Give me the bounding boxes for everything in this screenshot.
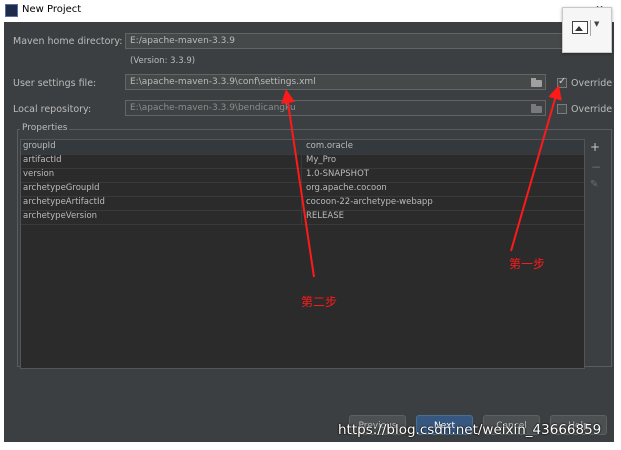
table-row[interactable]: archetypeArtifactId cocoon-22-archetype-… xyxy=(21,196,584,211)
local-repository-field[interactable]: E:\apache-maven-3.3.9\bendicangku xyxy=(125,100,546,116)
property-key: archetypeGroupId xyxy=(23,183,100,193)
image-icon[interactable] xyxy=(572,21,588,34)
new-project-window: New Project x Maven home directory: E:/a… xyxy=(0,0,621,450)
title-bar: New Project x xyxy=(0,0,621,22)
image-toolbar-popup[interactable]: ▼ xyxy=(562,7,612,53)
properties-table: groupId com.oracle artifactId My_Pro ver… xyxy=(20,139,585,369)
dropdown-arrow-icon[interactable]: ▼ xyxy=(594,20,599,28)
window-title: New Project xyxy=(22,4,82,15)
maven-home-label: Maven home directory: xyxy=(13,36,123,47)
table-row[interactable]: groupId com.oracle xyxy=(21,140,584,155)
property-value[interactable]: com.oracle xyxy=(306,141,353,151)
property-key: artifactId xyxy=(23,155,62,165)
maven-home-field[interactable]: E:/apache-maven-3.3.9 xyxy=(125,33,565,49)
local-repository-override-label: Override xyxy=(571,104,613,115)
user-settings-label: User settings file: xyxy=(13,78,97,89)
table-row[interactable]: archetypeVersion RELEASE xyxy=(21,210,584,225)
property-value[interactable]: RELEASE xyxy=(306,211,344,221)
user-settings-override-label: Override xyxy=(571,78,613,89)
folder-browse-icon[interactable] xyxy=(530,103,544,113)
property-key: archetypeArtifactId xyxy=(23,197,105,207)
property-value[interactable]: org.apache.cocoon xyxy=(306,183,387,193)
table-row[interactable]: archetypeGroupId org.apache.cocoon xyxy=(21,182,584,197)
annotation-step2: 第二步 xyxy=(301,295,338,309)
user-settings-override-checkbox[interactable] xyxy=(557,76,567,88)
property-value[interactable]: 1.0-SNAPSHOT xyxy=(306,169,369,179)
popup-separator xyxy=(590,20,591,36)
local-repository-label: Local repository: xyxy=(13,104,92,115)
property-value[interactable]: My_Pro xyxy=(306,155,336,165)
watermark-url: https://blog.csdn.net/weixin_43666859 xyxy=(338,422,602,438)
property-key: version xyxy=(23,169,55,179)
maven-version-text: (Version: 3.3.9) xyxy=(130,56,196,66)
folder-browse-icon[interactable] xyxy=(530,77,544,87)
edit-property-icon[interactable]: ✎ xyxy=(590,179,598,190)
intellij-app-icon xyxy=(5,4,18,17)
property-key: groupId xyxy=(23,141,56,151)
table-row[interactable]: artifactId My_Pro xyxy=(21,154,584,169)
user-settings-field[interactable]: E:\apache-maven-3.3.9\conf\settings.xml xyxy=(125,74,546,90)
add-property-icon[interactable]: + xyxy=(590,140,600,154)
property-key: archetypeVersion xyxy=(23,211,98,221)
table-row[interactable]: version 1.0-SNAPSHOT xyxy=(21,168,584,183)
annotation-step1: 第一步 xyxy=(509,257,546,271)
dialog-body: Maven home directory: E:/apache-maven-3.… xyxy=(4,22,614,442)
property-value[interactable]: cocoon-22-archetype-webapp xyxy=(306,197,433,207)
remove-property-icon[interactable]: − xyxy=(591,160,601,174)
properties-title: Properties xyxy=(20,123,70,133)
local-repository-override-checkbox[interactable] xyxy=(557,104,567,114)
